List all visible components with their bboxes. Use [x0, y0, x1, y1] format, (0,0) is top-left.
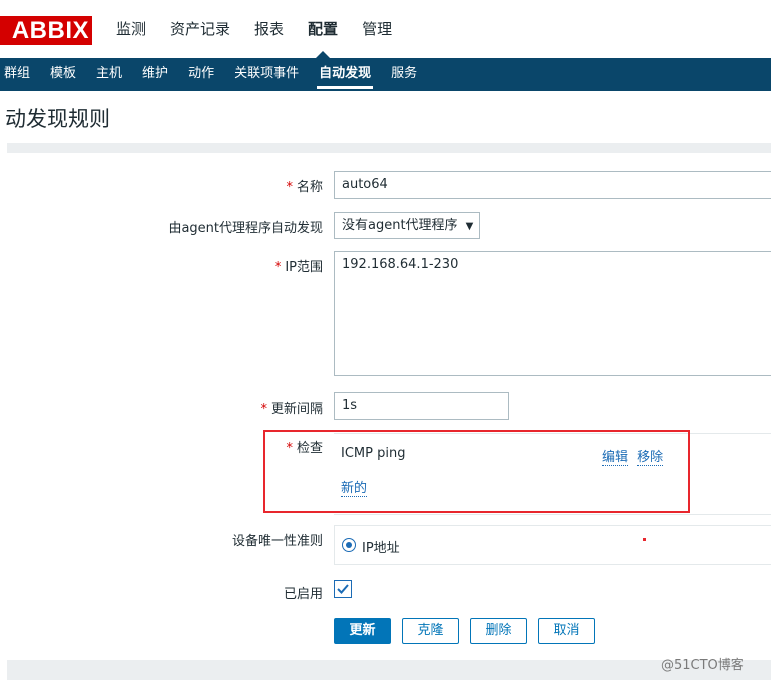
- sub-menu-templates[interactable]: 模板: [40, 58, 86, 91]
- cancel-button[interactable]: 取消: [538, 618, 595, 644]
- main-menu-configuration[interactable]: 配置: [296, 0, 350, 58]
- watermark-text: @51CTO博客: [661, 658, 744, 673]
- name-input[interactable]: auto64: [334, 171, 771, 199]
- page-title: 动发现规则: [5, 107, 110, 131]
- sub-menu: 群组 模板 主机 维护 动作 关联项事件 自动发现 服务: [0, 58, 771, 91]
- main-menu-administration[interactable]: 管理: [350, 0, 404, 58]
- ip-range-label: * IP范围: [274, 260, 323, 275]
- update-button[interactable]: 更新: [334, 618, 391, 644]
- main-menu-monitoring[interactable]: 监测: [104, 0, 158, 58]
- sub-menu-host-groups[interactable]: 群组: [0, 58, 40, 91]
- highlight-frame: [263, 430, 690, 513]
- delete-button[interactable]: 删除: [470, 618, 527, 644]
- proxy-label: 由agent代理程序自动发现: [168, 221, 323, 236]
- ip-address-radio-label[interactable]: IP地址: [362, 537, 400, 556]
- sub-menu-maintenance[interactable]: 维护: [132, 58, 178, 91]
- proxy-select[interactable]: 没有agent代理程序 ▼: [334, 212, 481, 239]
- sub-menu-event-correlation[interactable]: 关联项事件: [224, 58, 309, 91]
- enabled-label: 已启用: [283, 587, 323, 602]
- required-mark: *: [274, 260, 282, 275]
- red-dot-marker: [643, 538, 646, 541]
- update-interval-input[interactable]: 1s: [334, 392, 509, 420]
- sub-menu-hosts[interactable]: 主机: [86, 58, 132, 91]
- ip-range-textarea[interactable]: 192.168.64.1-230: [334, 251, 771, 376]
- main-menu-inventory[interactable]: 资产记录: [158, 0, 242, 58]
- top-header: ABBIX 监测 资产记录 报表 配置 管理: [0, 0, 771, 58]
- name-label: * 名称: [286, 180, 323, 195]
- clone-button[interactable]: 克隆: [402, 618, 459, 644]
- sub-menu-services[interactable]: 服务: [381, 58, 427, 91]
- footer-bar: [7, 660, 771, 680]
- zabbix-logo[interactable]: ABBIX: [0, 16, 92, 45]
- enabled-checkbox[interactable]: [334, 580, 352, 598]
- main-menu-reports[interactable]: 报表: [242, 0, 296, 58]
- required-mark: *: [260, 402, 267, 417]
- sub-menu-actions[interactable]: 动作: [178, 58, 224, 91]
- checkmark-icon: [337, 584, 349, 594]
- main-menu: 监测 资产记录 报表 配置 管理: [104, 0, 404, 58]
- ip-address-radio[interactable]: [342, 538, 356, 552]
- header-divider: [7, 143, 771, 153]
- sub-menu-discovery[interactable]: 自动发现: [309, 58, 381, 91]
- update-interval-label: * 更新间隔: [260, 402, 323, 417]
- dropdown-arrow-icon: ▼: [465, 221, 474, 232]
- required-mark: *: [286, 180, 293, 195]
- uniqueness-label: 设备唯一性准则: [231, 534, 323, 549]
